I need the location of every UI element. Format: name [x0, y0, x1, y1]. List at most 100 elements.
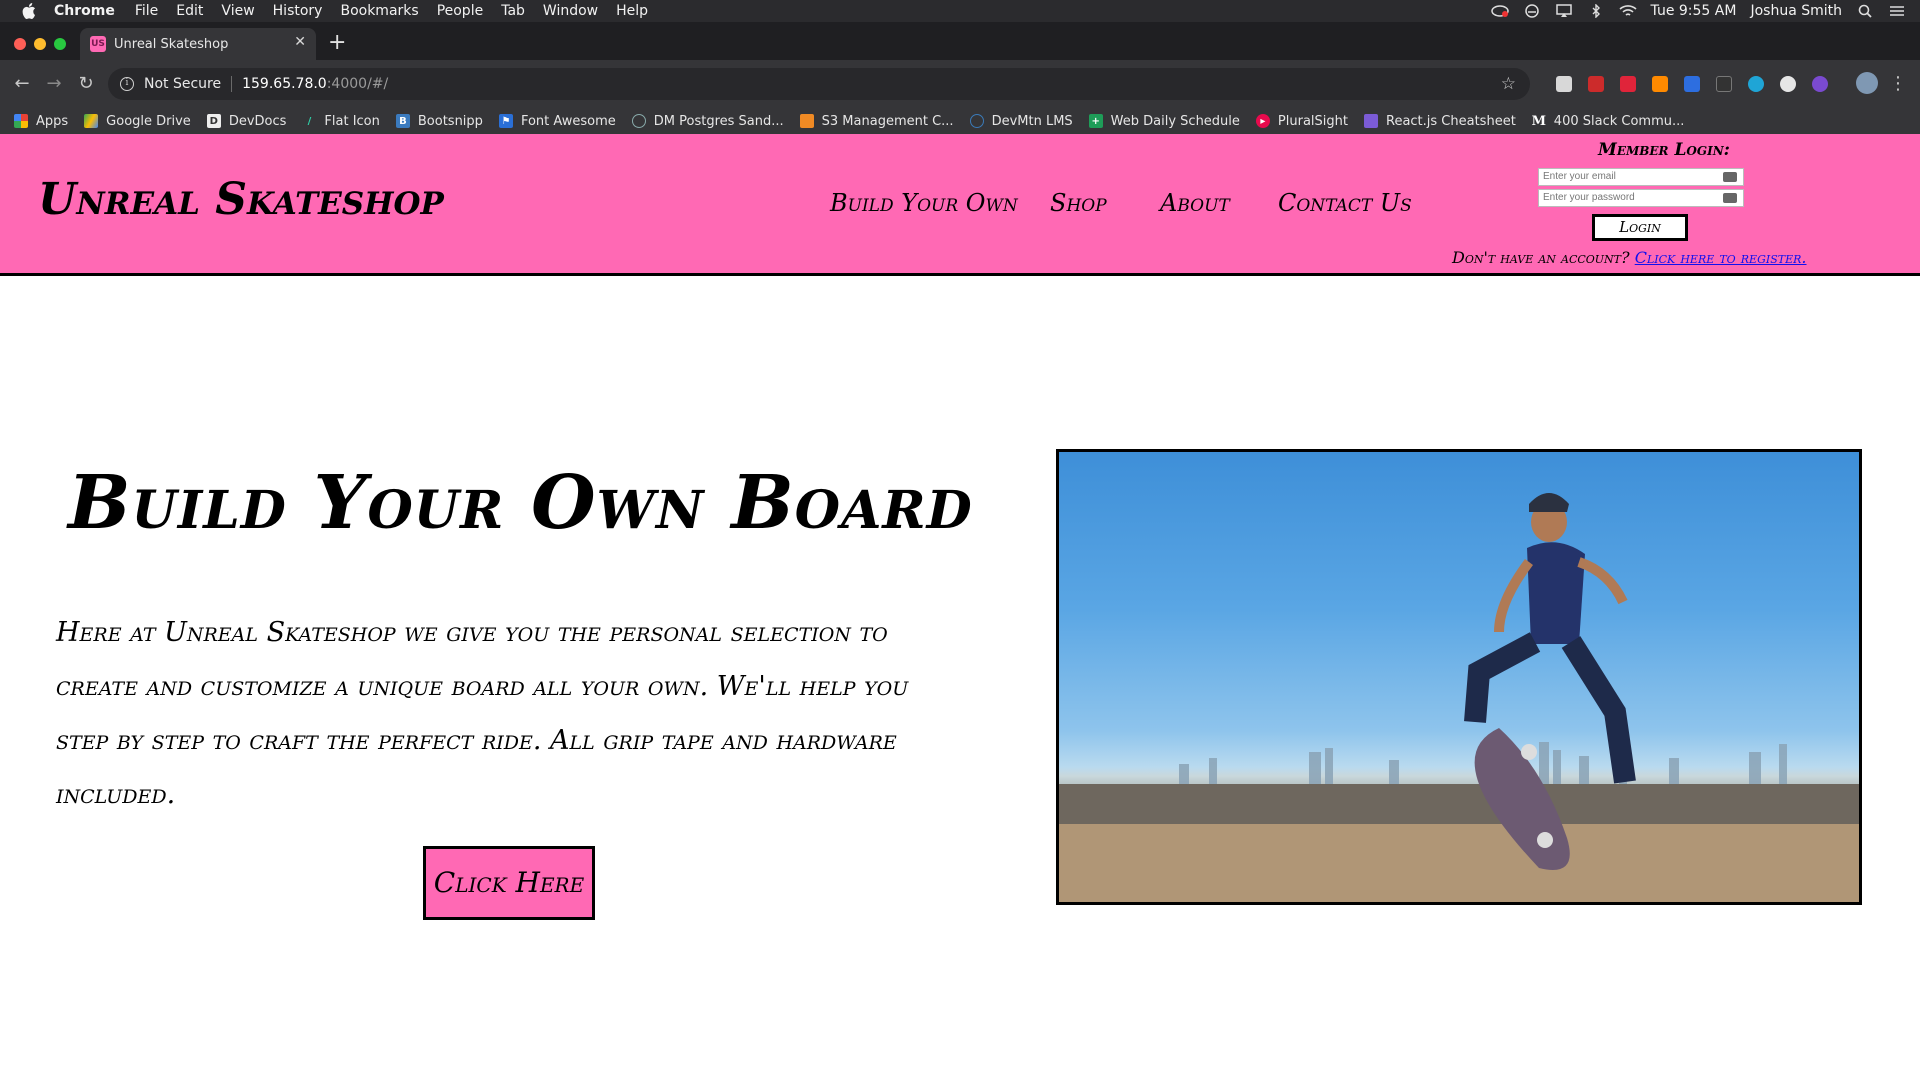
reload-icon[interactable]: ↻	[76, 74, 96, 94]
flaticon-icon: /	[307, 115, 312, 127]
bluetooth-icon[interactable]	[1587, 4, 1605, 18]
window-close-button[interactable]	[14, 38, 26, 50]
extension-icon-6[interactable]	[1716, 76, 1732, 92]
site-logo[interactable]: Unreal Skateshop	[38, 174, 444, 225]
bookmark-label: Apps	[36, 113, 69, 129]
email-placeholder: Enter your email	[1543, 171, 1616, 182]
cloud-sync-icon[interactable]	[1523, 4, 1541, 18]
new-tab-icon[interactable]: +	[328, 32, 346, 54]
font-awesome-icon: ⚑	[498, 114, 513, 128]
sea-wall	[1059, 784, 1859, 824]
menu-edit[interactable]: Edit	[176, 3, 203, 19]
hero-description: Here at Unreal Skateshop we give you the…	[56, 617, 909, 810]
bookmark-slack-commands[interactable]: M 400 Slack Commu...	[1532, 114, 1685, 129]
bookmark-star-icon[interactable]: ☆	[1501, 74, 1516, 94]
bookmark-label: 400 Slack Commu...	[1553, 113, 1685, 129]
pluralsight-icon: ▸	[1255, 114, 1270, 128]
login-button[interactable]: Login	[1592, 214, 1688, 241]
bookmark-label: DevDocs	[228, 113, 287, 129]
bookmark-label: Google Drive	[106, 113, 191, 129]
address-bar[interactable]: i Not Secure 159.65.78.0:4000/#/ ☆	[108, 68, 1530, 100]
tab-favicon-icon: US	[90, 36, 106, 52]
bookmark-devmtn-lms[interactable]: DevMtn LMS	[969, 114, 1073, 129]
extension-icon-5[interactable]	[1684, 76, 1700, 92]
chrome-menu-icon[interactable]: ⋮	[1888, 74, 1908, 94]
tab-title: Unreal Skateshop	[114, 36, 229, 52]
menu-user-name[interactable]: Joshua Smith	[1750, 3, 1842, 19]
security-label: Not Secure	[144, 76, 222, 92]
macos-menu-bar: Chrome File Edit View History Bookmarks …	[0, 0, 1920, 22]
extension-icon-8[interactable]	[1780, 76, 1796, 92]
hero-title: Build Your Own Board	[68, 460, 973, 546]
member-login-form: Member Login: Enter your email Enter you…	[1452, 134, 1880, 276]
extension-icon-1[interactable]	[1556, 76, 1572, 92]
browser-tab-active[interactable]: US Unreal Skateshop ✕	[80, 28, 316, 60]
extension-icon-4[interactable]	[1652, 76, 1668, 92]
extension-icon-2[interactable]	[1588, 76, 1604, 92]
click-here-button[interactable]: Click Here	[423, 846, 595, 920]
bookmark-font-awesome[interactable]: ⚑ Font Awesome	[498, 114, 616, 129]
register-link[interactable]: Click here to register.	[1635, 248, 1807, 267]
bookmark-label: Flat Icon	[324, 113, 380, 129]
bookmark-label: Web Daily Schedule	[1110, 113, 1240, 129]
menu-help[interactable]: Help	[616, 3, 648, 19]
autofill-key-icon[interactable]	[1723, 172, 1737, 182]
bookmark-flat-icon[interactable]: / Flat Icon	[302, 113, 380, 129]
bookmark-pluralsight[interactable]: ▸ PluralSight	[1255, 113, 1348, 129]
bookmark-react-cheatsheet[interactable]: React.js Cheatsheet	[1364, 114, 1516, 129]
notification-center-icon[interactable]	[1888, 4, 1906, 18]
email-field[interactable]: Enter your email	[1538, 168, 1744, 186]
devmtn-icon	[969, 114, 984, 128]
bookmarks-bar: Apps Google Drive D DevDocs / Flat Icon BB…	[0, 108, 1920, 134]
password-field[interactable]: Enter your password	[1538, 189, 1744, 207]
site-info-icon[interactable]: i	[120, 77, 134, 91]
apps-grid-icon	[14, 114, 28, 128]
bookmark-devdocs[interactable]: D DevDocs	[206, 113, 287, 129]
wifi-icon[interactable]	[1618, 4, 1637, 18]
url-host: 159.65.78.0	[242, 76, 327, 92]
register-prompt-text: Don't have an account?	[1452, 248, 1630, 267]
apple-menu-icon[interactable]	[22, 3, 38, 19]
nav-shop[interactable]: Shop	[1050, 189, 1107, 217]
nav-contact-us[interactable]: Contact Us	[1278, 189, 1412, 217]
bookmark-apps[interactable]: Apps	[14, 114, 68, 129]
medium-icon: M	[1531, 113, 1546, 129]
nav-about[interactable]: About	[1160, 189, 1230, 217]
bookmark-label: S3 Management C...	[821, 113, 954, 129]
forward-arrow-icon[interactable]: →	[44, 74, 64, 94]
extension-icon-3[interactable]	[1620, 76, 1636, 92]
autofill-key-icon[interactable]	[1723, 193, 1737, 203]
window-minimize-button[interactable]	[34, 38, 46, 50]
bookmark-google-drive[interactable]: Google Drive	[84, 114, 191, 129]
react-devtools-icon[interactable]	[1748, 76, 1764, 92]
bookmark-label: PluralSight	[1277, 113, 1348, 129]
menu-app-name[interactable]: Chrome	[54, 3, 115, 19]
tab-close-icon[interactable]: ✕	[294, 34, 306, 50]
profile-avatar[interactable]	[1856, 72, 1878, 94]
bookmark-bootsnipp[interactable]: B Bootsnipp	[395, 113, 483, 129]
skateboarder-hero-image	[1056, 449, 1862, 905]
menu-people[interactable]: People	[437, 3, 484, 19]
window-zoom-button[interactable]	[54, 38, 66, 50]
bookmark-web-daily-schedule[interactable]: + Web Daily Schedule	[1088, 113, 1240, 129]
bookmark-dm-postgres[interactable]: DM Postgres Sand...	[631, 114, 784, 129]
nav-build-your-own[interactable]: Build Your Own	[830, 189, 1018, 217]
creative-cloud-icon[interactable]	[1490, 4, 1509, 18]
bookmark-s3-management[interactable]: S3 Management C...	[799, 113, 954, 129]
menu-file[interactable]: File	[135, 3, 158, 19]
postgres-icon	[631, 114, 646, 128]
menu-view[interactable]: View	[221, 3, 254, 19]
extension-icon-9[interactable]	[1812, 76, 1828, 92]
browser-tab-strip: US Unreal Skateshop ✕ +	[0, 22, 1920, 60]
bookmark-label: Bootsnipp	[417, 113, 483, 129]
menu-window[interactable]: Window	[543, 3, 598, 19]
menu-clock[interactable]: Tue 9:55 AM	[1651, 3, 1737, 19]
spotlight-search-icon[interactable]	[1856, 4, 1874, 18]
password-placeholder: Enter your password	[1543, 192, 1635, 203]
menu-tab[interactable]: Tab	[501, 3, 525, 19]
menu-history[interactable]: History	[273, 3, 323, 19]
menu-bookmarks[interactable]: Bookmarks	[340, 3, 418, 19]
back-arrow-icon[interactable]: ←	[12, 74, 32, 94]
airplay-icon[interactable]	[1555, 4, 1573, 18]
ground	[1059, 824, 1859, 902]
